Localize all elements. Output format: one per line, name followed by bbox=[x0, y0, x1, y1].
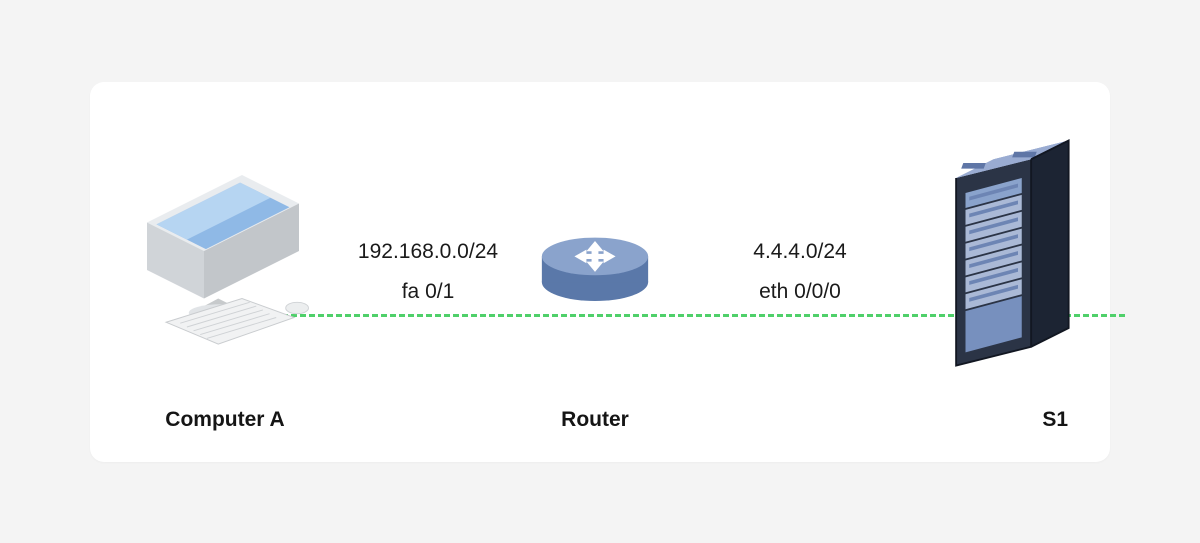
server-label: S1 bbox=[928, 408, 1078, 432]
router-label: Router bbox=[535, 408, 655, 432]
diagram-card: Computer A Router S1 192.168.0.0/24 fa 0… bbox=[90, 82, 1110, 462]
computer-label: Computer A bbox=[130, 408, 320, 432]
server-node bbox=[928, 128, 1078, 378]
edge1-network: 192.168.0.0/24 bbox=[318, 240, 538, 264]
edge1-interface: fa 0/1 bbox=[318, 280, 538, 304]
edge2-interface: eth 0/0/0 bbox=[690, 280, 910, 304]
edge2-network: 4.4.4.0/24 bbox=[690, 240, 910, 264]
computer-icon bbox=[128, 156, 318, 346]
diagram-canvas: Computer A Router S1 192.168.0.0/24 fa 0… bbox=[0, 0, 1200, 543]
router-node bbox=[535, 221, 655, 309]
server-icon bbox=[928, 128, 1078, 378]
router-icon bbox=[535, 221, 655, 309]
computer-node bbox=[128, 156, 318, 346]
